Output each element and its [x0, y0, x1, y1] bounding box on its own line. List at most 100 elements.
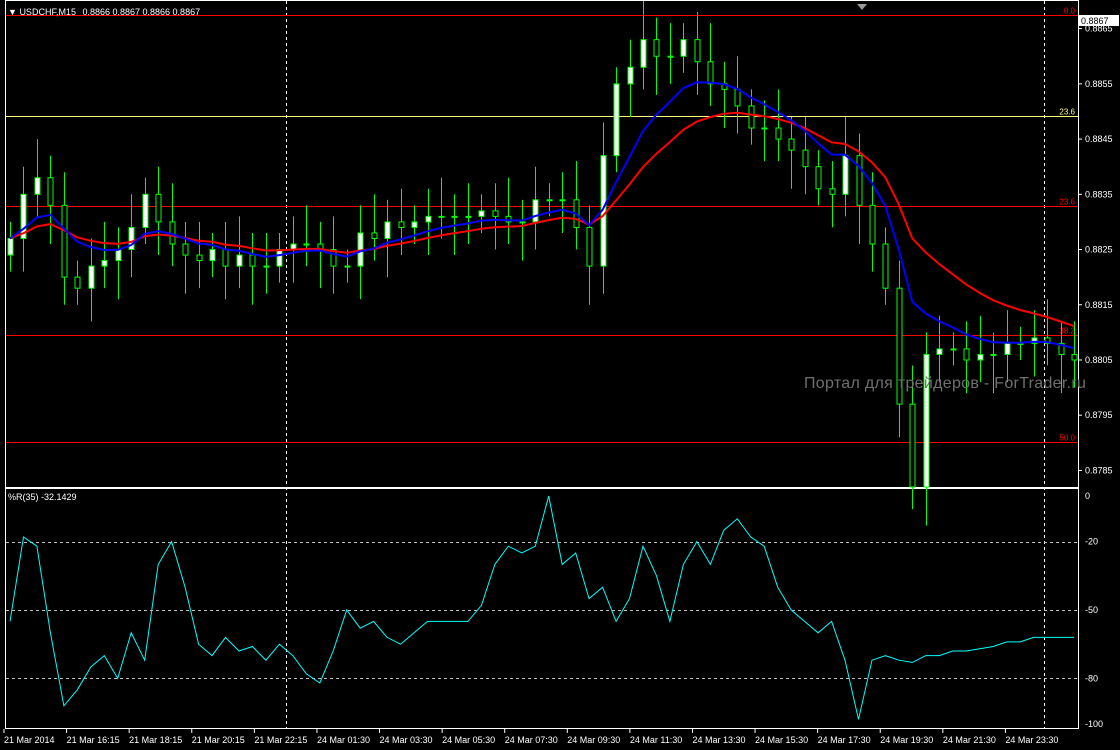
time-tick-label: 24 Mar 11:30 — [630, 735, 682, 745]
collapse-arrow-icon[interactable]: ▼ — [8, 7, 17, 17]
price-tick-label: 0.8805 — [1085, 355, 1113, 365]
candle-body — [155, 193, 162, 223]
candle-body — [88, 265, 95, 289]
fib-level-label: 23.6 — [1059, 198, 1075, 207]
candle-body — [653, 39, 660, 57]
candle-body — [559, 199, 566, 202]
chart-title-bar: ▼ USDCHF,M15 0.8866 0.8867 0.8866 0.8867 — [8, 7, 200, 17]
candle-body — [546, 199, 553, 202]
time-tick-label: 24 Mar 17:30 — [818, 735, 871, 745]
current-price-label: 0.8867 — [1081, 16, 1109, 26]
candle-body — [842, 155, 849, 195]
time-tick-label: 24 Mar 07:30 — [505, 735, 558, 745]
candle-body — [829, 188, 836, 195]
candle-body — [909, 403, 916, 488]
candle-body — [438, 215, 445, 218]
chart-window[interactable]: 0.0 23.6 23.6 38.2 50.0 0.8865 0.8855 0.8845 0.… — [0, 0, 1120, 750]
time-tick-label: 21 Mar 20:15 — [192, 735, 245, 745]
candle-body — [222, 249, 229, 267]
candle-body — [936, 348, 943, 355]
candle-body — [680, 39, 687, 57]
candle-body — [276, 249, 283, 267]
candle-body — [398, 221, 405, 228]
ema-slow-line — [9, 111, 1075, 328]
time-tick-label: 24 Mar 05:30 — [442, 735, 495, 745]
candle-body — [74, 276, 81, 289]
candle-body — [532, 199, 539, 223]
indicator-tick-label: -80 — [1085, 673, 1098, 683]
symbol-timeframe: USDCHF,M15 — [19, 7, 76, 17]
indicator-tick-label: -100 — [1085, 719, 1103, 729]
candle-body — [761, 127, 768, 130]
candle-body — [963, 348, 970, 361]
candlesticks — [7, 1, 1078, 526]
candle-body — [263, 265, 270, 268]
time-tick-label: 24 Mar 15:30 — [755, 735, 808, 745]
time-tick-label: 21 Mar 16:15 — [67, 735, 120, 745]
indicator-title: %R(35) -32.1429 — [8, 492, 77, 502]
ohlc-quote: 0.8866 0.8867 0.8866 0.8867 — [82, 7, 201, 17]
candle-body — [586, 226, 593, 267]
candle-body — [1004, 342, 1011, 355]
candle-body — [734, 88, 741, 107]
candle-body — [856, 155, 863, 206]
time-tick-label: 21 Mar 2014 — [4, 735, 55, 745]
time-tick-label: 24 Mar 23:30 — [1005, 735, 1058, 745]
candle-body — [788, 138, 795, 151]
candle-body — [303, 243, 310, 246]
price-tick-label: 0.8795 — [1085, 410, 1113, 420]
price-tick-label: 0.8785 — [1085, 465, 1113, 475]
fib-level-label: 0.0 — [1064, 7, 1076, 16]
candle-body — [384, 221, 391, 239]
candle-body — [142, 193, 149, 228]
candle-body — [492, 210, 499, 217]
candle-body — [882, 243, 889, 289]
candle-body — [451, 215, 458, 218]
wpr-levels — [6, 542, 1078, 679]
candle-body — [115, 249, 122, 262]
price-axis: 0.88650.88550.88450.88350.88250.88150.88… — [1078, 24, 1113, 475]
candle-body — [101, 260, 108, 267]
shift-marker-icon[interactable] — [857, 4, 867, 10]
candle-body — [1071, 353, 1078, 361]
candle-body — [627, 66, 634, 85]
time-tick-label: 24 Mar 03:30 — [380, 735, 433, 745]
candle-body — [977, 353, 984, 361]
candle-body — [209, 249, 216, 262]
candle-body — [990, 353, 997, 356]
candle-body — [802, 149, 809, 168]
candle-body — [815, 166, 822, 190]
time-tick-label: 24 Mar 19:30 — [880, 735, 933, 745]
indicator-panel-frame — [5, 488, 1079, 729]
candle-body — [371, 232, 378, 239]
candle-body — [411, 221, 418, 228]
indicator-tick-label: -50 — [1085, 605, 1098, 615]
price-tick-label: 0.8815 — [1085, 300, 1113, 310]
candle-body — [667, 55, 674, 58]
candle-body — [748, 105, 755, 129]
price-tick-label: 0.8835 — [1085, 189, 1113, 199]
time-tick-label: 24 Mar 01:30 — [317, 735, 370, 745]
candle-body — [640, 39, 647, 68]
candle-body — [236, 254, 243, 267]
candle-body — [344, 265, 351, 268]
candle-body — [950, 348, 957, 351]
watermark: Портал для трейдеров - ForTrader.ru — [804, 375, 1087, 392]
time-tick-label: 24 Mar 09:30 — [567, 735, 620, 745]
price-tick-label: 0.8845 — [1085, 134, 1113, 144]
candle-body — [694, 39, 701, 63]
williams-r-line — [9, 495, 1074, 720]
candle-body — [869, 204, 876, 245]
time-tick-label: 21 Mar 22:15 — [254, 735, 307, 745]
candle-body — [465, 215, 472, 218]
candle-body — [249, 254, 256, 267]
indicator-tick-label: -20 — [1085, 537, 1098, 547]
candle-body — [7, 237, 14, 256]
time-axis: 21 Mar 2014 21 Mar 16:15 21 Mar 18:15 21 Ma… — [3, 729, 1058, 745]
candle-body — [775, 127, 782, 140]
candle-body — [519, 221, 526, 224]
price-tick-label: 0.8855 — [1085, 79, 1113, 89]
candle-body — [47, 177, 54, 206]
candle-body — [707, 61, 714, 85]
time-tick-label: 21 Mar 18:15 — [129, 735, 182, 745]
